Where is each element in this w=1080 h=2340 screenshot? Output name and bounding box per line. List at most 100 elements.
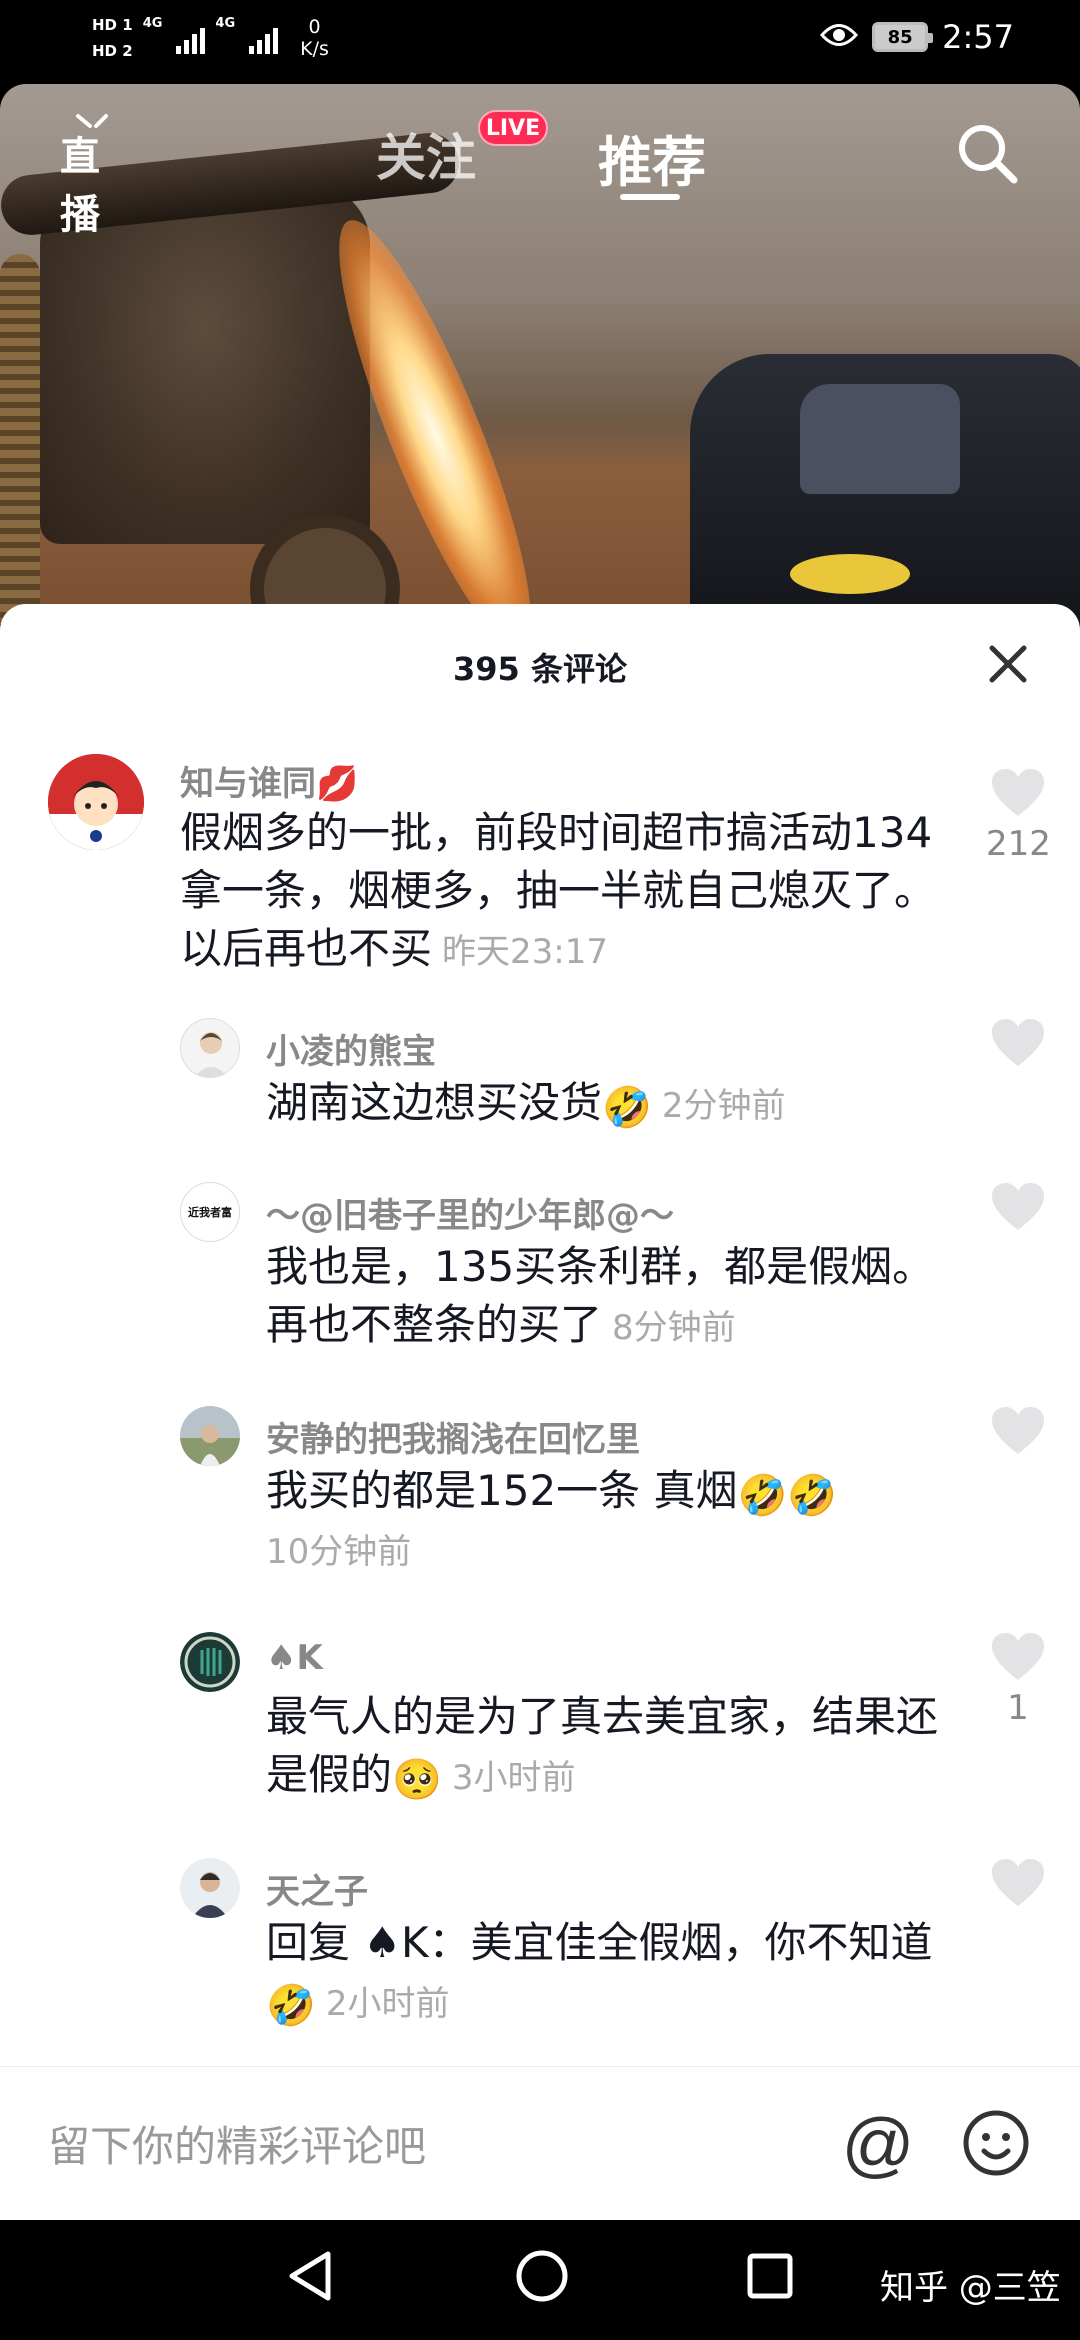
avatar-image [180,1632,240,1692]
heart-icon [992,769,1044,816]
status-bar: HD 1 HD 2 4G 4G 0 K/s 85 2:57 [0,0,1080,84]
live-stream-button[interactable]: 直播 [60,112,130,238]
comment-username[interactable]: 知与谁同💋 [180,756,358,805]
avatar-image [180,1858,240,1918]
recents-square-icon [747,2253,793,2299]
eye-comfort-icon [820,18,859,56]
reply-username[interactable]: 安静的把我搁浅在回忆里 [266,1412,640,1461]
comment-text: 假烟多的一批，前段时间超市搞活动134拿一条，烟梗多，抽一半就自己熄灭了。以后再… [180,804,940,981]
heart-icon [992,1019,1044,1066]
net-speed: 0 K/s [300,16,329,60]
tab-follow[interactable]: 关注 [376,118,476,190]
back-button[interactable] [284,2248,336,2308]
watermark: 知乎 @三笠 [880,2268,1061,2308]
like-button[interactable] [986,1406,1050,1456]
reply-username[interactable]: 小凌的熊宝 [266,1024,436,1073]
avatar-image [48,754,144,850]
hd2-label: HD [92,42,118,60]
like-button[interactable]: 1 [986,1632,1050,1728]
laughing-emoji: 🤣🤣 [737,1473,838,1519]
hd1-indicator: HD 1 [92,14,133,36]
hd1-sub: 1 [122,16,133,34]
comment-count-title: 395 条评论 [453,650,627,688]
like-button[interactable]: 212 [986,768,1051,864]
video-frame-detail [790,554,910,594]
reply-item[interactable]: 天之子 回复 ♠K：美宜佳全假烟，你不知道 🤣 2小时前 [0,1858,1080,2048]
search-icon [959,125,1018,184]
clock: 2:57 [942,18,1014,56]
top-nav: 直播 关注 推荐 [0,84,1080,238]
reply-body: 最气人的是为了真去美宜家，结果还是假的 [266,1692,939,1799]
network-type-1: 4G [142,16,163,31]
status-left: HD 1 HD 2 4G 4G 0 K/s [92,14,329,62]
live-label: 直播 [60,134,100,238]
reply-username[interactable]: ♠K [266,1638,323,1678]
reply-item[interactable]: 小凌的熊宝 湖南这边想买没货🤣 2分钟前 [0,1018,1080,1148]
reply-username[interactable]: 天之子 [266,1864,368,1913]
avatar[interactable] [180,1858,240,1918]
like-button[interactable] [986,1018,1050,1068]
smiley-icon [963,2110,1029,2176]
heart-icon [992,1859,1044,1906]
reply-text: 回复 ♠K：美宜佳全假烟，你不知道 🤣 2小时前 [266,1914,946,2033]
tab-recommend[interactable]: 推荐 [598,118,706,197]
close-button[interactable] [984,640,1032,688]
comment-input[interactable]: 留下你的精彩评论吧 [48,2113,426,2174]
laughing-emoji: 🤣 [602,1085,652,1131]
laughing-emoji: 🤣 [266,1983,316,2029]
battery-level: 85 [887,26,913,48]
active-tab-indicator [620,194,680,200]
hd1-label: HD [92,16,118,34]
avatar-image [181,1019,239,1077]
avatar[interactable] [180,1632,240,1692]
live-badge: LIVE [478,110,548,146]
reply-time: 2小时前 [325,1984,450,2024]
like-button[interactable] [986,1182,1050,1232]
reply-body: 湖南这边想买没货 [266,1078,603,1127]
reply-body: 我买的都是152一条 真烟 [266,1466,738,1515]
reply-text: 湖南这边想买没货🤣 2分钟前 [266,1074,946,1135]
search-button[interactable] [952,118,1022,188]
reply-text: 我买的都是152一条 真烟🤣🤣 10分钟前 [266,1462,946,1581]
net-speed-value: 0 [308,16,321,38]
reply-text: 我也是，135买条利群，都是假烟。再也不整条的买了 8分钟前 [266,1238,946,1357]
reply-item[interactable]: 近我者富 ～@旧巷子里的少年郎@～ 我也是，135买条利群，都是假烟。再也不整条… [0,1182,1080,1362]
reply-item[interactable]: ♠K 最气人的是为了真去美宜家，结果还是假的🥺 3小时前 1 [0,1632,1080,1812]
hd-indicators: HD 1 HD 2 [92,14,133,62]
home-button[interactable] [514,2248,570,2308]
net-speed-unit: K/s [300,38,329,60]
reply-item[interactable]: 安静的把我搁浅在回忆里 我买的都是152一条 真烟🤣🤣 10分钟前 [0,1406,1080,1586]
reply-text: 最气人的是为了真去美宜家，结果还是假的🥺 3小时前 [266,1688,946,1807]
battery-icon: 85 [872,22,934,52]
like-count: 212 [986,824,1051,864]
like-count: 1 [1007,1688,1029,1728]
close-icon [989,645,1027,683]
comment-list[interactable]: 知与谁同💋 假烟多的一批，前段时间超市搞活动134拿一条，烟梗多，抽一半就自己熄… [0,728,1080,2168]
avatar[interactable] [180,1018,240,1078]
heart-icon [992,1407,1044,1454]
reply-time: 3小时前 [451,1758,576,1798]
reply-body: 我也是，135买条利群，都是假烟。再也不整条的买了 [266,1242,935,1349]
comment-sheet: 395 条评论 知与谁同💋 假烟多的一批，前段时间超市搞活动134拿一条，烟梗多… [0,604,1080,2220]
hd2-indicator: HD 2 [92,40,133,62]
like-button[interactable] [986,1858,1050,1908]
reply-time: 8分钟前 [612,1308,736,1348]
emoji-button[interactable] [960,2107,1032,2179]
avatar[interactable] [180,1406,240,1466]
reply-username[interactable]: ～@旧巷子里的少年郎@～ [266,1188,674,1237]
comment-time: 昨天23:17 [442,932,608,972]
avatar[interactable] [48,754,144,850]
hd2-sub: 2 [122,42,133,60]
reply-time: 10分钟前 [266,1532,412,1572]
comment-sheet-header: 395 条评论 [0,604,1080,728]
reply-body: 回复 ♠K：美宜佳全假烟，你不知道 [266,1918,933,1967]
heart-icon [992,1183,1044,1230]
recents-button[interactable] [746,2252,794,2304]
comment-item[interactable]: 知与谁同💋 假烟多的一批，前段时间超市搞活动134拿一条，烟梗多，抽一半就自己熄… [0,754,1080,994]
system-nav-bar: 知乎 @三笠 [0,2220,1080,2340]
comment-input-bar: 留下你的精彩评论吧 @ [0,2066,1080,2220]
signal-icon-2 [249,22,279,54]
network-type-2: 4G [215,16,236,31]
mention-button[interactable]: @ [840,2107,916,2183]
avatar[interactable]: 近我者富 [180,1182,240,1242]
